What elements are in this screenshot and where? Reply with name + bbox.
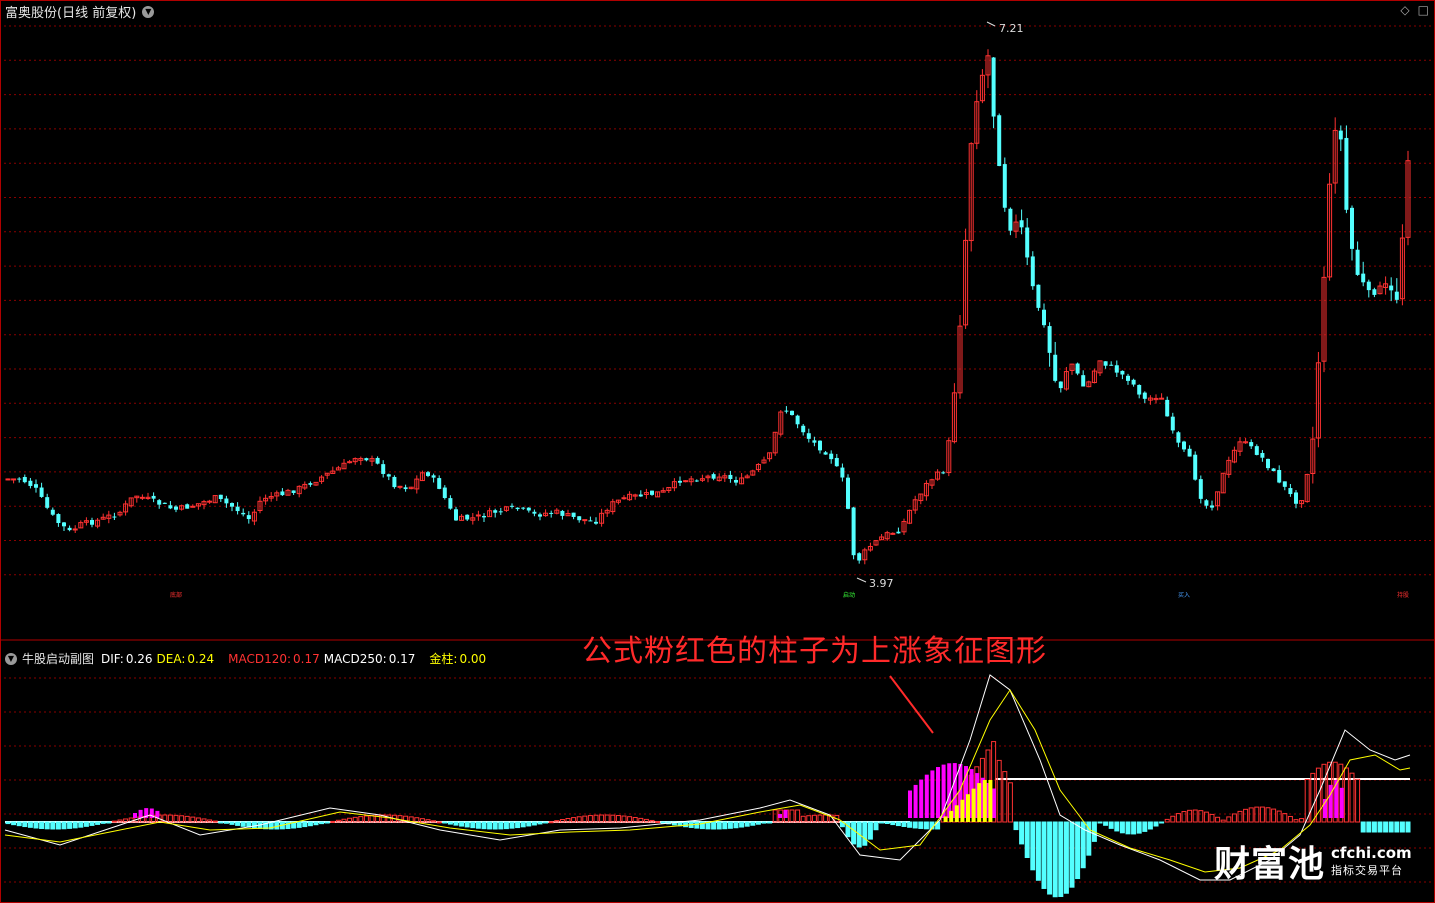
macd120-value: 0.17: [293, 651, 320, 666]
title-dropdown-icon[interactable]: ▼: [142, 5, 155, 18]
stock-title: 富奥股份(日线 前复权): [5, 6, 137, 21]
dea-label: DEA:: [156, 651, 186, 666]
indicator-dropdown-icon[interactable]: ▼: [5, 652, 17, 665]
watermark-logo: 财富池: [1214, 844, 1326, 885]
chart-frame: [0, 0, 1435, 903]
macd250-value: 0.17: [388, 651, 416, 666]
macd250-label: MACD250:: [323, 651, 387, 666]
watermark-tagline: 指标交易平台: [1331, 864, 1404, 877]
watermark-domain: cfchi.com: [1331, 844, 1412, 862]
window-controls: ◇ □: [1400, 3, 1429, 17]
chart-title-bar: 富奥股份(日线 前复权) ▼: [5, 2, 155, 21]
diamond-icon[interactable]: ◇: [1400, 3, 1409, 17]
dif-label: DIF:: [101, 651, 124, 666]
dea-value: 0.24: [187, 651, 215, 666]
jinzhu-label: 金柱:: [429, 652, 458, 666]
annotation-text: 公式粉红色的柱子为上涨象征图形: [582, 634, 1047, 669]
watermark: 财富池 cfchi.com 指标交易平台: [1214, 835, 1412, 887]
dif-value: 0.26: [125, 651, 153, 666]
indicator-name[interactable]: 牛股启动副图: [22, 650, 94, 667]
indicator-header: ▼ 牛股启动副图 DIF: 0.26 DEA: 0.24 MACD120: 0.…: [5, 650, 490, 667]
macd120-label: MACD120:: [228, 651, 292, 666]
maximize-icon[interactable]: □: [1418, 3, 1429, 17]
jinzhu-value: 0.00: [459, 651, 487, 666]
